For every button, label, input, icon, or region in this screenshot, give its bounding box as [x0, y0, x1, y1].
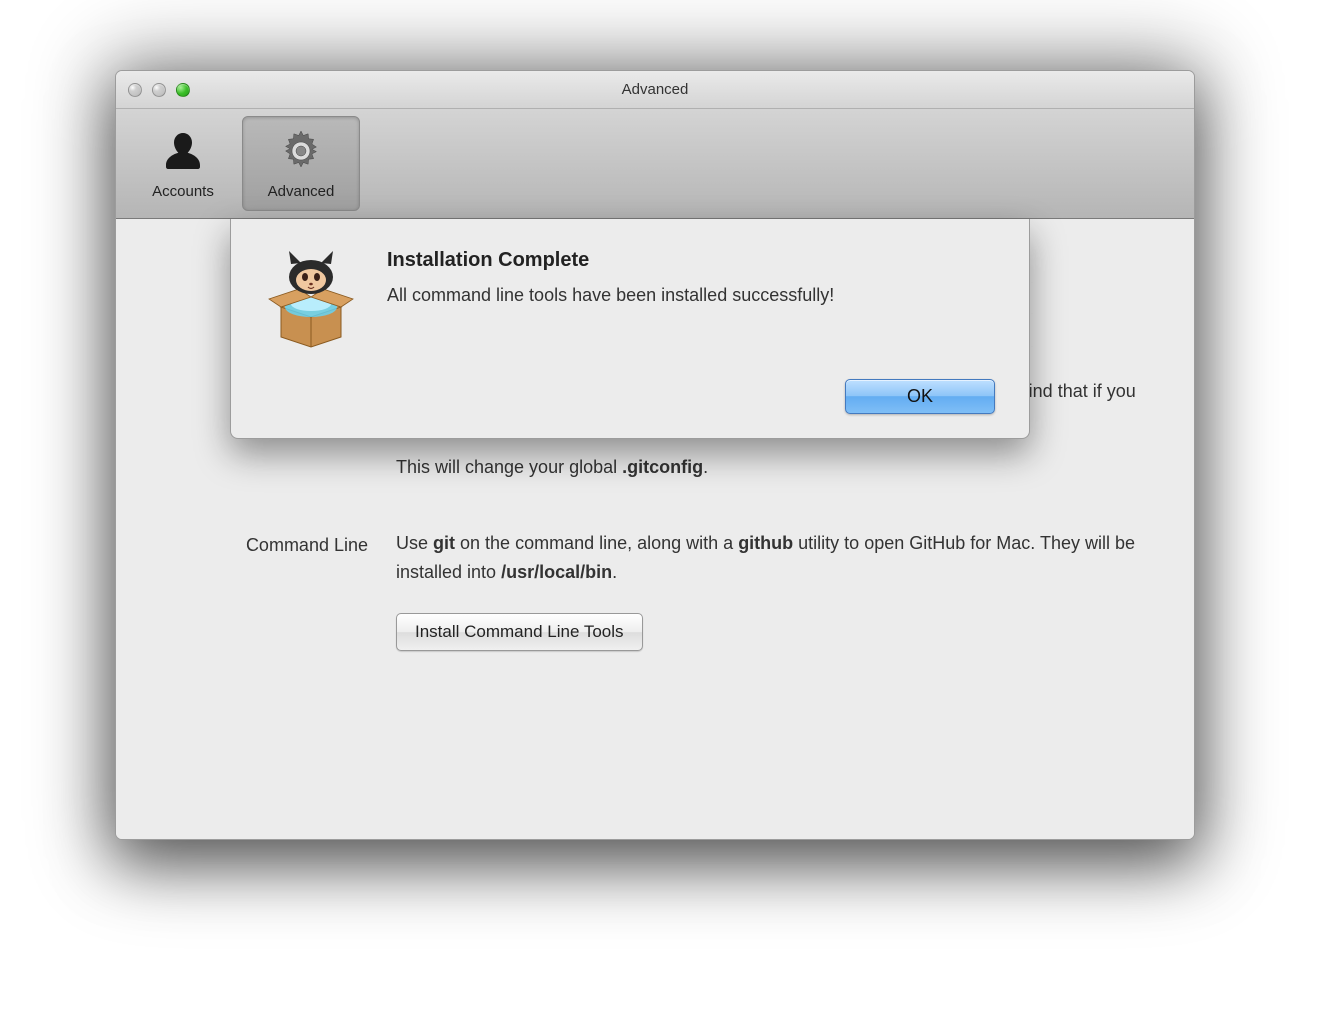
zoom-icon[interactable] [176, 83, 190, 97]
gear-icon [277, 127, 325, 175]
command-line-description: Use git on the command line, along with … [396, 529, 1144, 587]
tab-accounts[interactable]: Accounts [124, 116, 242, 211]
titlebar: Advanced [116, 71, 1194, 109]
close-icon[interactable] [128, 83, 142, 97]
preferences-toolbar: Accounts Advanced [116, 109, 1194, 219]
install-cli-tools-button[interactable]: Install Command Line Tools [396, 613, 643, 651]
tab-accounts-label: Accounts [152, 183, 214, 200]
modal-message: All command line tools have been install… [387, 282, 995, 309]
preferences-window: Advanced Accounts Advanced [115, 70, 1195, 840]
person-icon [159, 127, 207, 175]
minimize-icon[interactable] [152, 83, 166, 97]
modal-title: Installation Complete [387, 249, 995, 272]
installation-complete-sheet: Installation Complete All command line t… [230, 219, 1030, 439]
tab-advanced-label: Advanced [268, 183, 335, 200]
tab-advanced[interactable]: Advanced [242, 116, 360, 211]
window-controls [128, 83, 190, 97]
octocat-box-icon [261, 249, 361, 349]
command-line-label: Command Line [166, 529, 396, 556]
window-title: Advanced [622, 81, 689, 98]
ok-button[interactable]: OK [845, 379, 995, 414]
gitconfig-info-text: This will change your global .gitconfig. [396, 453, 1144, 482]
